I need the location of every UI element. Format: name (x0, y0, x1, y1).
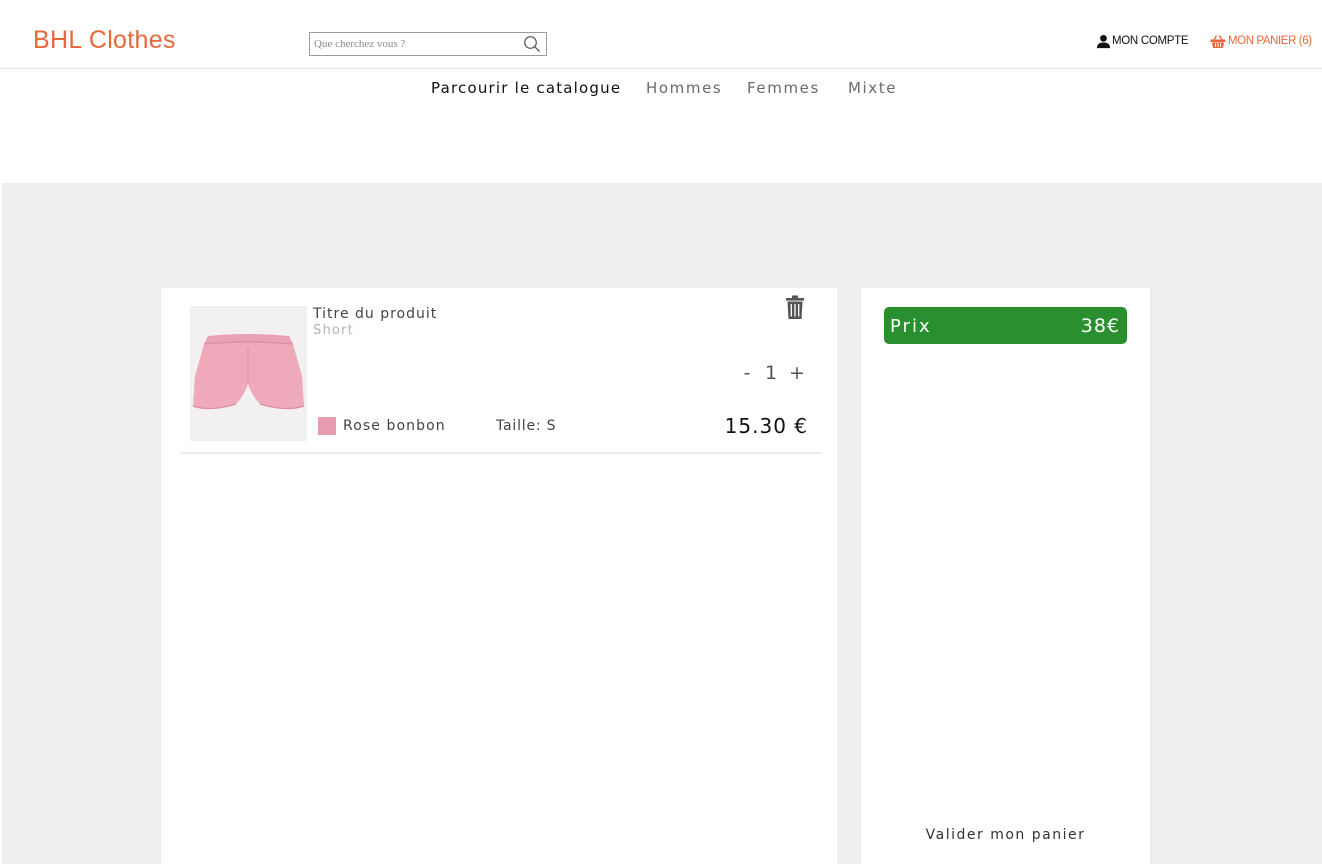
nav-item-mixte[interactable]: Mixte (848, 79, 897, 97)
quantity-stepper: - 1 + (740, 362, 810, 386)
cart-item: Titre du produit Short - 1 + Rose bonbon… (180, 288, 822, 454)
cart-label: MON PANIER (6) (1228, 35, 1312, 47)
total-price-bar: Prix 38€ (884, 307, 1127, 344)
search-box[interactable] (309, 32, 547, 56)
cart-items-panel: Titre du produit Short - 1 + Rose bonbon… (161, 288, 837, 864)
user-icon (1096, 34, 1111, 48)
trash-icon[interactable] (785, 295, 805, 320)
item-price: 15.30 € (724, 414, 808, 438)
cart-link[interactable]: MON PANIER (6) (1210, 33, 1312, 49)
validate-cart-button[interactable]: Valider mon panier (861, 827, 1150, 843)
color-name: Rose bonbon (343, 418, 446, 434)
color-swatch (318, 417, 336, 435)
product-title[interactable]: Titre du produit (313, 306, 437, 322)
decrease-quantity-button[interactable]: - (740, 362, 754, 384)
account-link[interactable]: MON COMPTE (1096, 33, 1189, 49)
order-summary-panel: Prix 38€ Valider mon panier (861, 288, 1150, 864)
size-label: Taille: S (496, 418, 557, 434)
main-nav: Parcourir le catalogue Hommes Femmes Mix… (0, 79, 1322, 99)
basket-icon (1210, 34, 1226, 48)
total-value: 38€ (1080, 315, 1120, 337)
total-label: Prix (890, 316, 932, 337)
nav-item-catalogue[interactable]: Parcourir le catalogue (431, 79, 621, 97)
brand-logo[interactable]: BHL Clothes (33, 26, 176, 55)
search-icon[interactable] (523, 35, 541, 53)
nav-item-femmes[interactable]: Femmes (747, 79, 820, 97)
shorts-image (190, 306, 307, 441)
product-type: Short (313, 323, 354, 338)
nav-item-hommes[interactable]: Hommes (646, 79, 722, 97)
search-input[interactable] (310, 33, 520, 55)
account-label: MON COMPTE (1112, 35, 1189, 47)
increase-quantity-button[interactable]: + (788, 362, 806, 384)
quantity-value: 1 (764, 362, 778, 384)
site-header: BHL Clothes MON COMPTE MON PANIER (6) (0, 0, 1322, 69)
product-image[interactable] (190, 306, 307, 441)
